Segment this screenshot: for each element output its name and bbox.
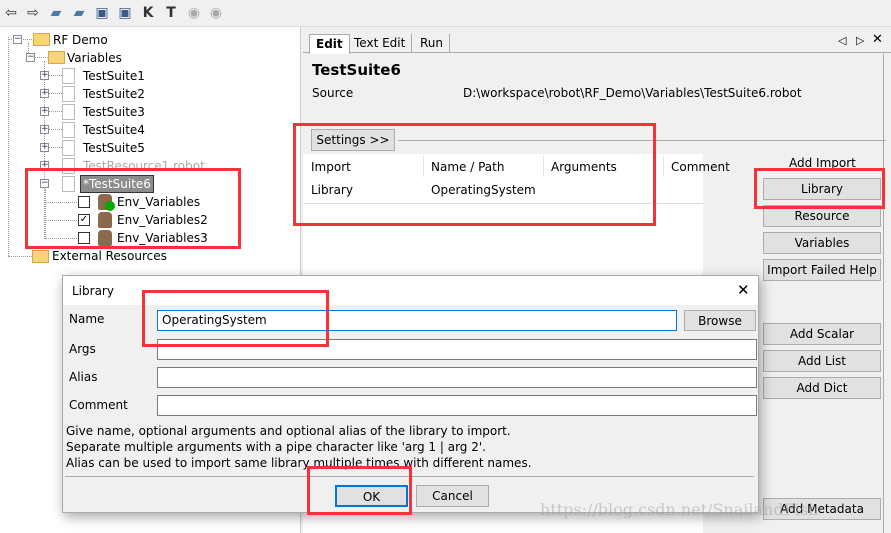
import-button[interactable]: Library	[763, 178, 881, 200]
run-icon[interactable]: ◉	[185, 4, 203, 22]
resource-file-icon	[62, 158, 75, 174]
dialog-help-text: Give name, optional arguments and option…	[66, 424, 532, 470]
tab-run[interactable]: Run	[414, 34, 451, 53]
collapse-icon[interactable]: −	[26, 53, 35, 62]
folder-icon	[33, 33, 50, 46]
args-label: Args	[69, 342, 96, 356]
column-header[interactable]: Name / Path	[431, 160, 504, 174]
open-folder-icon[interactable]: ▰	[47, 4, 65, 22]
table-cell[interactable]: Library	[311, 183, 353, 197]
column-header[interactable]: Import	[311, 160, 351, 174]
name-input[interactable]: OperatingSystem	[157, 310, 677, 331]
checkbox[interactable]: ✓	[78, 214, 90, 226]
file-icon	[62, 176, 75, 192]
import-button[interactable]: Resource	[763, 205, 881, 227]
folder-icon[interactable]: ▰	[70, 4, 88, 22]
comment-label: Comment	[69, 398, 128, 412]
stop-icon[interactable]: ◉	[207, 4, 225, 22]
arrow-left-icon[interactable]: ⇦	[2, 4, 20, 22]
toolbar: ⇦ ⇨ ▰ ▰ ▣ ▣ K T ◉ ◉	[0, 0, 891, 27]
save-icon[interactable]: ▣	[93, 4, 111, 22]
add-variable-button[interactable]: Add Dict	[763, 377, 881, 399]
add-variable-button[interactable]: Add Scalar	[763, 323, 881, 345]
arrow-right-icon[interactable]: ⇨	[24, 4, 42, 22]
checkbox[interactable]	[78, 196, 90, 208]
expand-icon[interactable]: +	[40, 161, 49, 170]
cancel-button[interactable]: Cancel	[416, 485, 489, 507]
add-variable-button[interactable]: Add List	[763, 350, 881, 372]
comment-input[interactable]	[157, 395, 757, 416]
expand-icon[interactable]: +	[40, 71, 49, 80]
column-header[interactable]: Arguments	[551, 160, 617, 174]
browse-button[interactable]: Browse	[684, 310, 756, 331]
file-icon	[62, 86, 75, 102]
folder-icon	[32, 250, 49, 263]
tab-edit[interactable]: Edit	[309, 34, 350, 54]
search-test-icon[interactable]: T	[162, 4, 180, 22]
file-icon	[62, 104, 75, 120]
source-path: D:\workspace\robot\RF_Demo\Variables\Tes…	[463, 86, 802, 100]
settings-button[interactable]: Settings >>	[311, 129, 395, 151]
expand-icon[interactable]: +	[40, 89, 49, 98]
ok-button[interactable]: OK	[335, 485, 408, 507]
close-icon[interactable]: ✕	[737, 281, 750, 299]
dialog-titlebar: Library ✕	[63, 276, 758, 305]
save-all-icon[interactable]: ▣	[116, 4, 134, 22]
tab-scroll-left-icon[interactable]: ◁	[838, 34, 846, 47]
suite-title: TestSuite6	[312, 61, 401, 79]
expand-icon[interactable]: +	[40, 143, 49, 152]
expand-icon[interactable]: +	[40, 125, 49, 134]
add-import-label: Add Import	[789, 156, 856, 170]
robot-icon	[98, 212, 112, 228]
library-dialog: Library ✕ Name OperatingSystem Browse Ar…	[62, 275, 759, 513]
close-icon[interactable]: ✕	[872, 32, 883, 47]
import-button[interactable]: Import Failed Help	[763, 259, 881, 281]
import-button[interactable]: Variables	[763, 232, 881, 254]
column-header[interactable]: Comment	[671, 160, 730, 174]
file-icon	[62, 122, 75, 138]
robot-icon	[98, 230, 112, 246]
checkbox[interactable]	[78, 232, 90, 244]
folder-icon	[48, 51, 65, 64]
table-cell[interactable]: OperatingSystem	[431, 183, 536, 197]
tab-scroll-right-icon[interactable]: ▷	[856, 34, 864, 47]
file-icon	[62, 140, 75, 156]
robot-icon	[98, 194, 115, 211]
search-keyword-icon[interactable]: K	[139, 4, 157, 22]
dialog-title: Library	[72, 284, 114, 298]
collapse-icon[interactable]: −	[13, 35, 22, 44]
collapse-icon[interactable]: −	[40, 179, 49, 188]
alias-input[interactable]	[157, 367, 757, 388]
source-label: Source	[312, 86, 354, 100]
name-label: Name	[69, 312, 105, 326]
watermark: https://blog.csdn.net/SnailandFish	[540, 500, 819, 519]
expand-icon[interactable]: +	[40, 107, 49, 116]
tab-text-edit[interactable]: Text Edit	[348, 34, 413, 53]
args-input[interactable]	[157, 339, 757, 360]
alias-label: Alias	[69, 370, 98, 384]
file-icon	[62, 68, 75, 84]
